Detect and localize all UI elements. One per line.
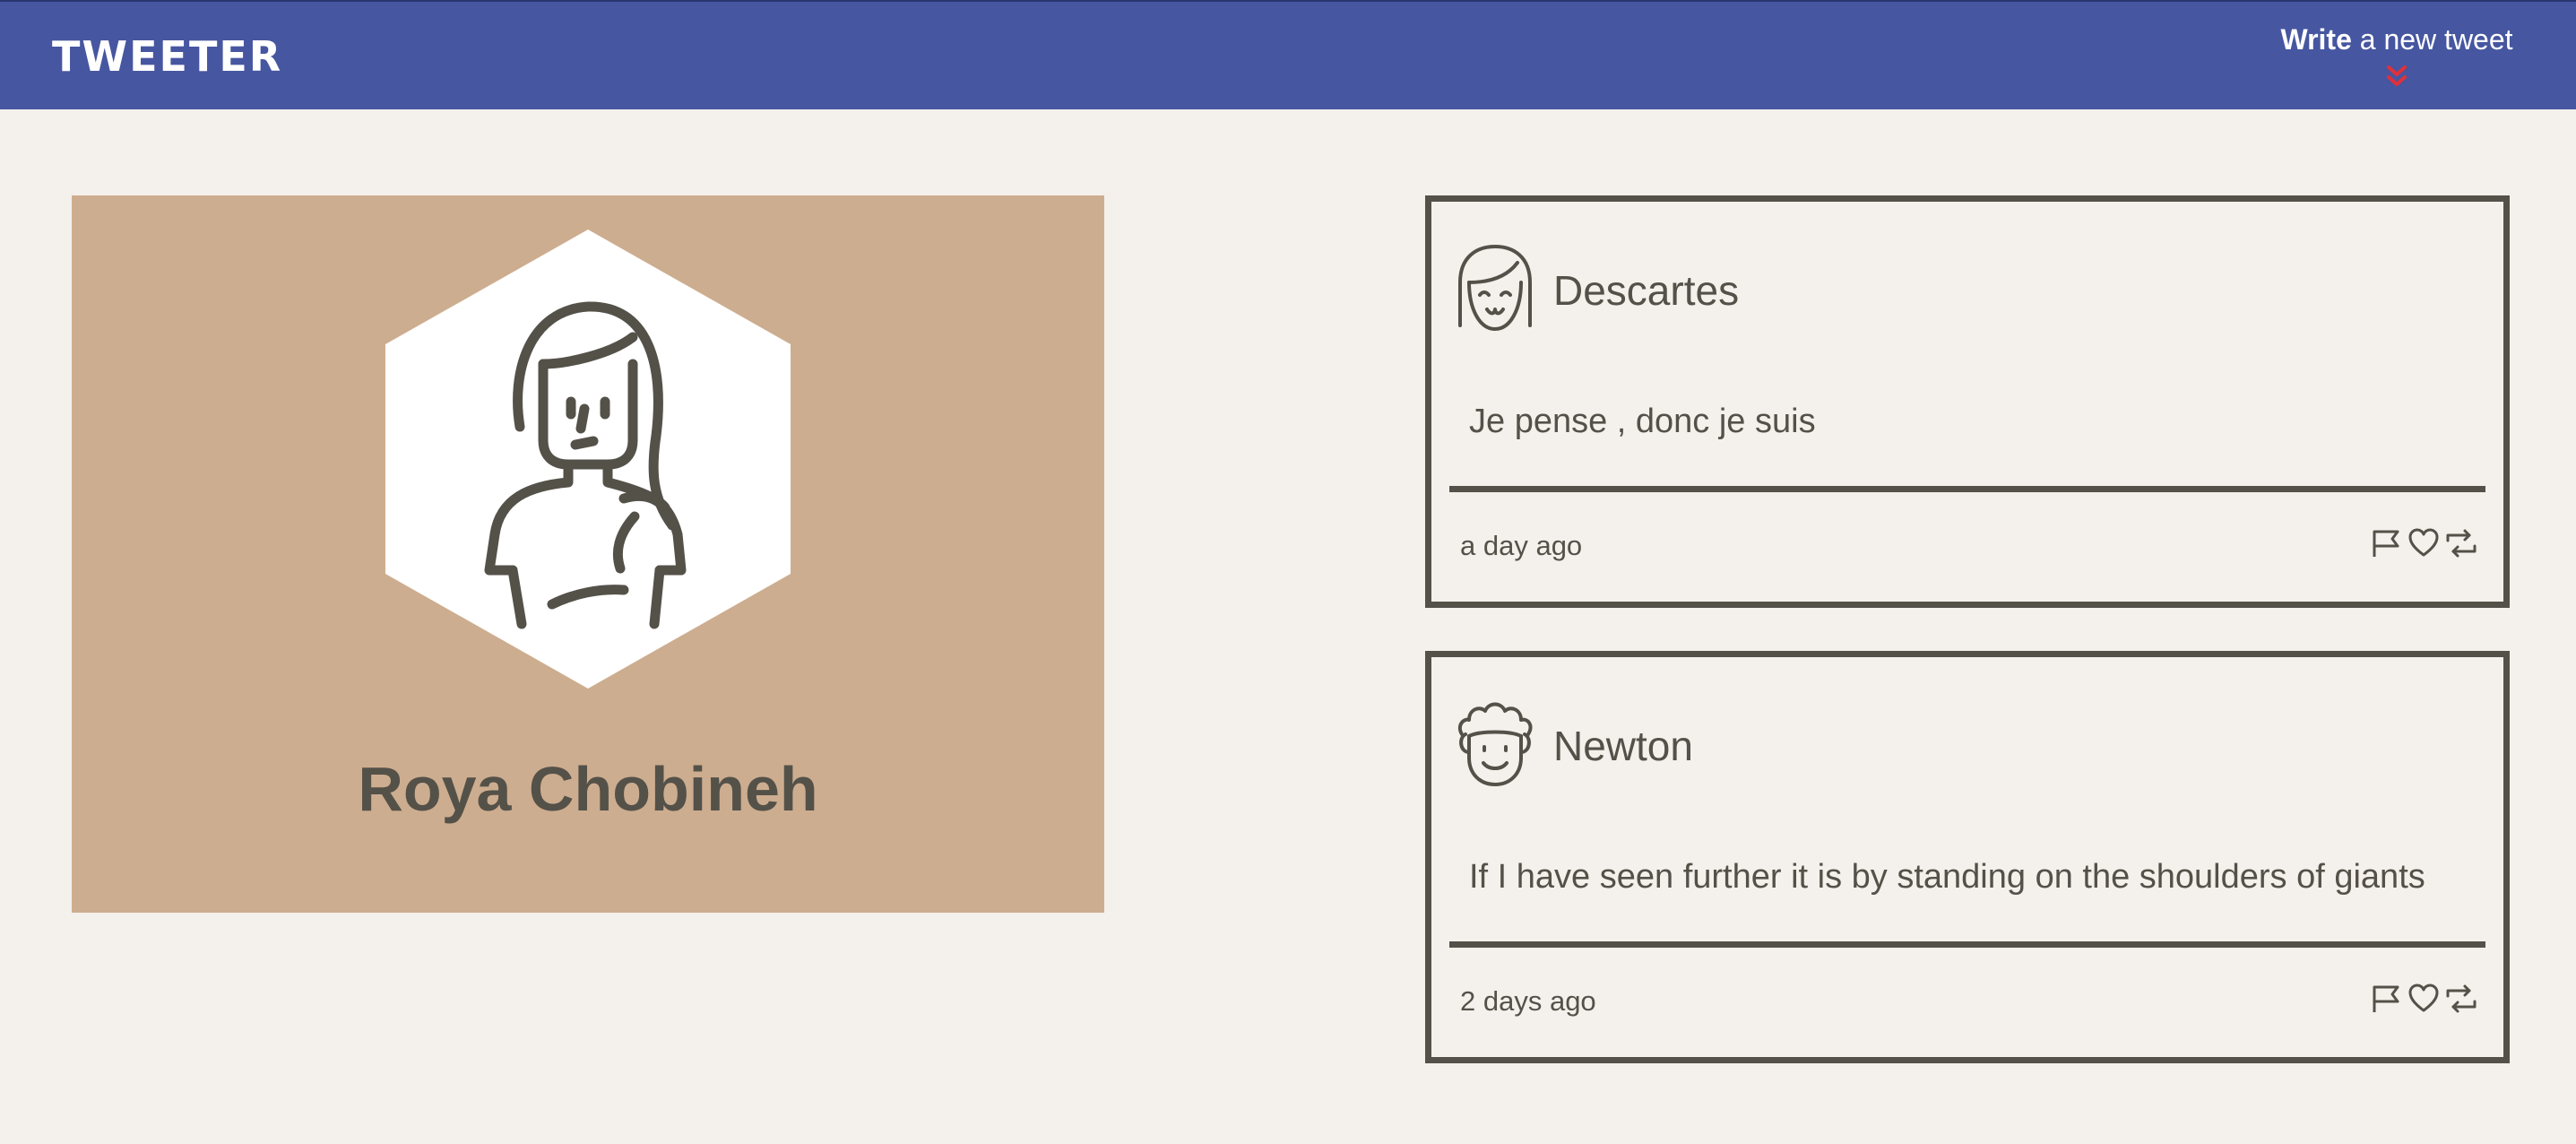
woman-avatar-icon	[385, 230, 791, 689]
curly-hair-avatar-icon	[1453, 698, 1537, 788]
retweet-icon[interactable]	[2444, 982, 2478, 1016]
tweet-timestamp: 2 days ago	[1460, 985, 1596, 1017]
compose-tweet-button[interactable]: Write a new tweet	[2262, 23, 2531, 92]
tweet-actions	[2369, 982, 2478, 1018]
tweet-timestamp: a day ago	[1460, 530, 1583, 561]
tweet-divider	[1449, 486, 2485, 492]
tweet-content: Je pense , donc je suis	[1469, 403, 1816, 440]
tweet-card: Descartes Je pense , donc je suis a day …	[1425, 195, 2510, 608]
compose-bold-label: Write	[2280, 23, 2352, 56]
double-chevron-down-icon[interactable]	[2262, 62, 2531, 92]
flag-icon[interactable]	[2369, 526, 2403, 560]
tweet-author[interactable]: Newton	[1553, 722, 1693, 770]
tweet-content: If I have seen further it is by standing…	[1469, 858, 2425, 896]
girl-avatar-icon	[1453, 243, 1537, 333]
compose-label: a new tweet	[2351, 23, 2513, 56]
tweet-author[interactable]: Descartes	[1553, 266, 1739, 315]
heart-icon[interactable]	[2407, 526, 2441, 560]
app-logo[interactable]: TWEETER	[52, 32, 282, 81]
profile-card: Roya Chobineh	[72, 195, 1104, 913]
tweet-divider	[1449, 941, 2485, 948]
profile-name: Roya Chobineh	[358, 754, 818, 824]
top-navbar: TWEETER Write a new tweet	[0, 0, 2576, 109]
heart-icon[interactable]	[2407, 982, 2441, 1016]
flag-icon[interactable]	[2369, 982, 2403, 1016]
retweet-icon[interactable]	[2444, 526, 2478, 560]
tweet-actions	[2369, 526, 2478, 562]
tweet-card: Newton If I have seen further it is by s…	[1425, 651, 2510, 1063]
